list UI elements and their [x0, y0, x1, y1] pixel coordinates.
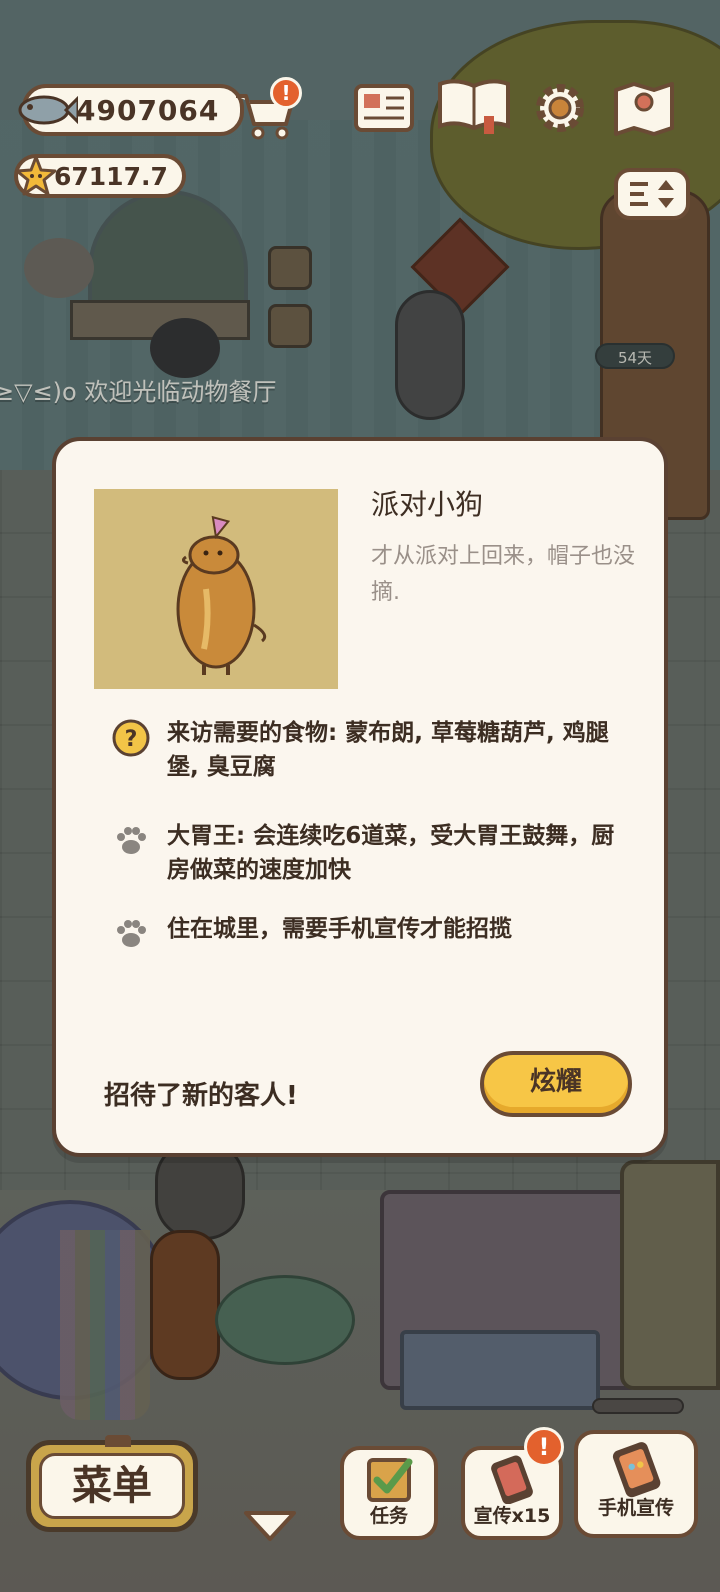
big-eater-trait-text: 大胃王: 会连续吃6道菜，受大胃王鼓舞，厨房做菜的速度加快	[167, 823, 615, 883]
task-label: 任务	[369, 1505, 408, 1527]
promo-alert-badge: !	[524, 1427, 564, 1467]
cart-alert-badge: !	[270, 77, 302, 109]
new-guest-message: 招待了新的客人!	[104, 1081, 298, 1111]
star-icon	[15, 155, 57, 196]
gear-icon	[536, 84, 584, 132]
menu-label: 菜单	[39, 1453, 185, 1519]
map-icon	[614, 82, 674, 136]
menu-button[interactable]: 菜单	[26, 1435, 198, 1532]
book-icon	[438, 79, 510, 134]
city-resident-text: 住在城里，需要手机宣传才能招揽	[167, 916, 512, 942]
recipe-book-button[interactable]	[436, 76, 512, 136]
star-currency[interactable]: 67117.7	[14, 154, 186, 198]
scroll-indicator	[592, 1398, 684, 1414]
promo-label: 宣传x15	[473, 1505, 551, 1527]
album-icon	[354, 84, 414, 132]
sort-toggle-icon	[614, 168, 690, 220]
settings-button[interactable]	[528, 78, 592, 138]
task-button[interactable]: 任务	[340, 1446, 438, 1540]
paw-icon	[117, 920, 146, 947]
fish-count: 4907064	[76, 94, 220, 127]
clipboard-clip	[105, 1435, 131, 1447]
food-requirement-text: 来访需要的食物: 蒙布朗, 草莓糖葫芦, 鸡腿堡, 臭豆腐	[167, 720, 609, 780]
question-icon: ?	[112, 719, 150, 757]
checklist-icon	[367, 1458, 413, 1502]
customer-description: 才从派对上回来，帽子也没摘.	[371, 544, 636, 605]
map-button[interactable]	[612, 78, 676, 138]
phone-promo-button[interactable]: 手机宣传	[574, 1430, 698, 1538]
customer-name: 派对小狗	[371, 488, 484, 521]
fish-icon	[18, 95, 78, 125]
layout-toggle-button[interactable]	[612, 166, 692, 222]
star-count: 67117.7	[54, 162, 168, 191]
chevron-down-icon[interactable]	[240, 1505, 300, 1545]
album-button[interactable]	[352, 80, 416, 140]
customer-portrait	[94, 489, 338, 689]
svg-text:?: ?	[125, 727, 138, 752]
fish-currency[interactable]: 4907064	[18, 84, 244, 136]
new-customer-dialog: 派对小狗 才从派对上回来，帽子也没摘. ? 来访需要的食物: 蒙布朗, 草莓糖葫…	[52, 437, 668, 1157]
party-dog-image	[176, 515, 267, 675]
paw-icon	[117, 827, 146, 854]
phone-promo-label: 手机宣传	[597, 1497, 674, 1519]
phone-icon	[612, 1442, 661, 1498]
show-off-button[interactable]: 炫耀	[480, 1051, 632, 1117]
